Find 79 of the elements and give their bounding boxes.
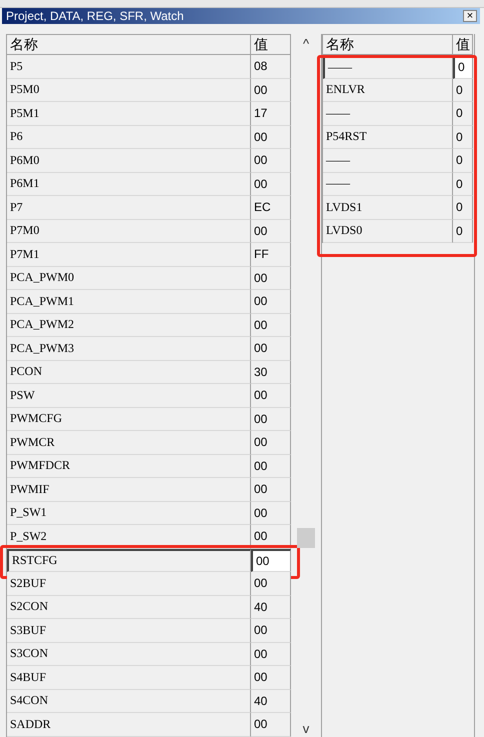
register-name-cell[interactable]: S4CON [7,690,251,713]
bit-value-cell[interactable]: 0 [453,78,473,102]
register-name-cell[interactable]: PCA_PWM2 [7,314,251,337]
register-name-cell[interactable]: P7M0 [7,220,251,243]
register-name-cell[interactable]: P_SW1 [7,502,251,525]
register-name-cell[interactable]: PWMIF [7,478,251,502]
register-value-cell[interactable]: 00 [251,266,291,290]
register-value-cell[interactable]: 30 [251,360,291,384]
bit-name-cell[interactable]: P54RST [323,126,453,149]
bit-value-cell[interactable]: 0 [453,220,473,243]
register-name-cell[interactable]: PCA_PWM0 [7,266,251,290]
register-value-cell[interactable]: 00 [251,431,291,454]
register-name-cell[interactable]: P7 [7,196,251,220]
bit-name-cell[interactable]: —— [323,172,453,196]
register-name-cell[interactable]: RSTCFG [7,548,251,572]
register-name-cell[interactable]: PWMCFG [7,408,251,431]
register-value-cell[interactable]: 17 [251,102,291,126]
register-value-cell[interactable]: 00 [251,337,291,360]
bit-value-cell[interactable]: 0 [453,126,473,149]
column-header[interactable]: 值 [453,34,473,55]
register-name-cell[interactable]: S2CON [7,596,251,619]
scroll-down-button[interactable]: v [295,719,317,737]
register-name-cell[interactable]: S3BUF [7,619,251,642]
bit-name-cell[interactable]: —— [323,149,453,172]
column-header[interactable]: 名称 [7,34,251,55]
register-value-cell[interactable]: 00 [251,666,291,690]
bit-name-cell[interactable]: —— [323,102,453,126]
register-value-cell[interactable]: 00 [251,572,291,596]
register-name-cell[interactable]: P5M1 [7,102,251,126]
column-header[interactable]: 名称 [323,34,453,55]
register-value-cell[interactable]: 00 [251,619,291,642]
register-name-cell[interactable]: SADDR [7,713,251,736]
register-value-cell[interactable]: 00 [251,478,291,502]
register-value-cell[interactable]: 00 [251,408,291,431]
register-value-cell[interactable]: 00 [251,172,291,196]
scrollbar-thumb[interactable] [297,528,315,548]
register-name-cell[interactable]: P6M0 [7,149,251,172]
close-button[interactable]: × [463,10,477,22]
register-value-cell[interactable]: 00 [251,642,291,666]
register-name-cell[interactable]: PSW [7,384,251,408]
register-name-cell[interactable]: PCA_PWM1 [7,290,251,314]
bit-name-cell[interactable]: ENLVR [323,78,453,102]
register-name-cell[interactable]: P6 [7,126,251,149]
register-name-cell[interactable]: PWMCR [7,431,251,454]
bit-value-cell[interactable]: 0 [453,196,473,220]
register-value-cell[interactable]: 00 [251,78,291,102]
register-value-cell[interactable]: FF [251,243,291,266]
register-value-cell[interactable]: 00 [251,149,291,172]
register-name-cell[interactable]: S4BUF [7,666,251,690]
register-name-cell[interactable]: P7M1 [7,243,251,266]
register-value-cell[interactable]: 00 [251,454,291,478]
register-value-cell[interactable]: 00 [251,314,291,337]
register-value-cell[interactable]: 00 [251,502,291,525]
register-value-cell[interactable]: 00 [251,220,291,243]
register-name-cell[interactable]: PCA_PWM3 [7,337,251,360]
register-name-cell[interactable]: PWMFDCR [7,454,251,478]
register-value-cell[interactable]: 00 [251,384,291,408]
register-value-cell[interactable]: EC [251,196,291,220]
register-value-cell[interactable]: 00 [251,126,291,149]
bit-value-cell[interactable]: 0 [453,149,473,172]
bit-name-cell[interactable]: LVDS1 [323,196,453,220]
register-name-cell[interactable]: P5 [7,55,251,78]
column-header[interactable]: 值 [251,34,291,55]
register-value-cell[interactable]: 00 [251,290,291,314]
bit-value-cell[interactable]: 0 [453,102,473,126]
register-name-cell[interactable]: P5M0 [7,78,251,102]
register-value-cell[interactable]: 00 [251,713,291,736]
register-name-cell[interactable]: PCON [7,360,251,384]
register-value-cell[interactable]: 40 [251,690,291,713]
bit-value-cell[interactable]: 0 [453,172,473,196]
register-name-cell[interactable]: S2BUF [7,572,251,596]
scroll-up-button[interactable]: ^ [295,34,317,52]
register-value-cell[interactable]: 00 [251,548,291,572]
bit-name-cell[interactable]: LVDS0 [323,220,453,243]
register-name-cell[interactable]: S3CON [7,642,251,666]
register-value-cell[interactable]: 08 [251,55,291,78]
register-value-cell[interactable]: 40 [251,596,291,619]
window-title: Project, DATA, REG, SFR, Watch [6,9,184,23]
register-name-cell[interactable]: P6M1 [7,172,251,196]
